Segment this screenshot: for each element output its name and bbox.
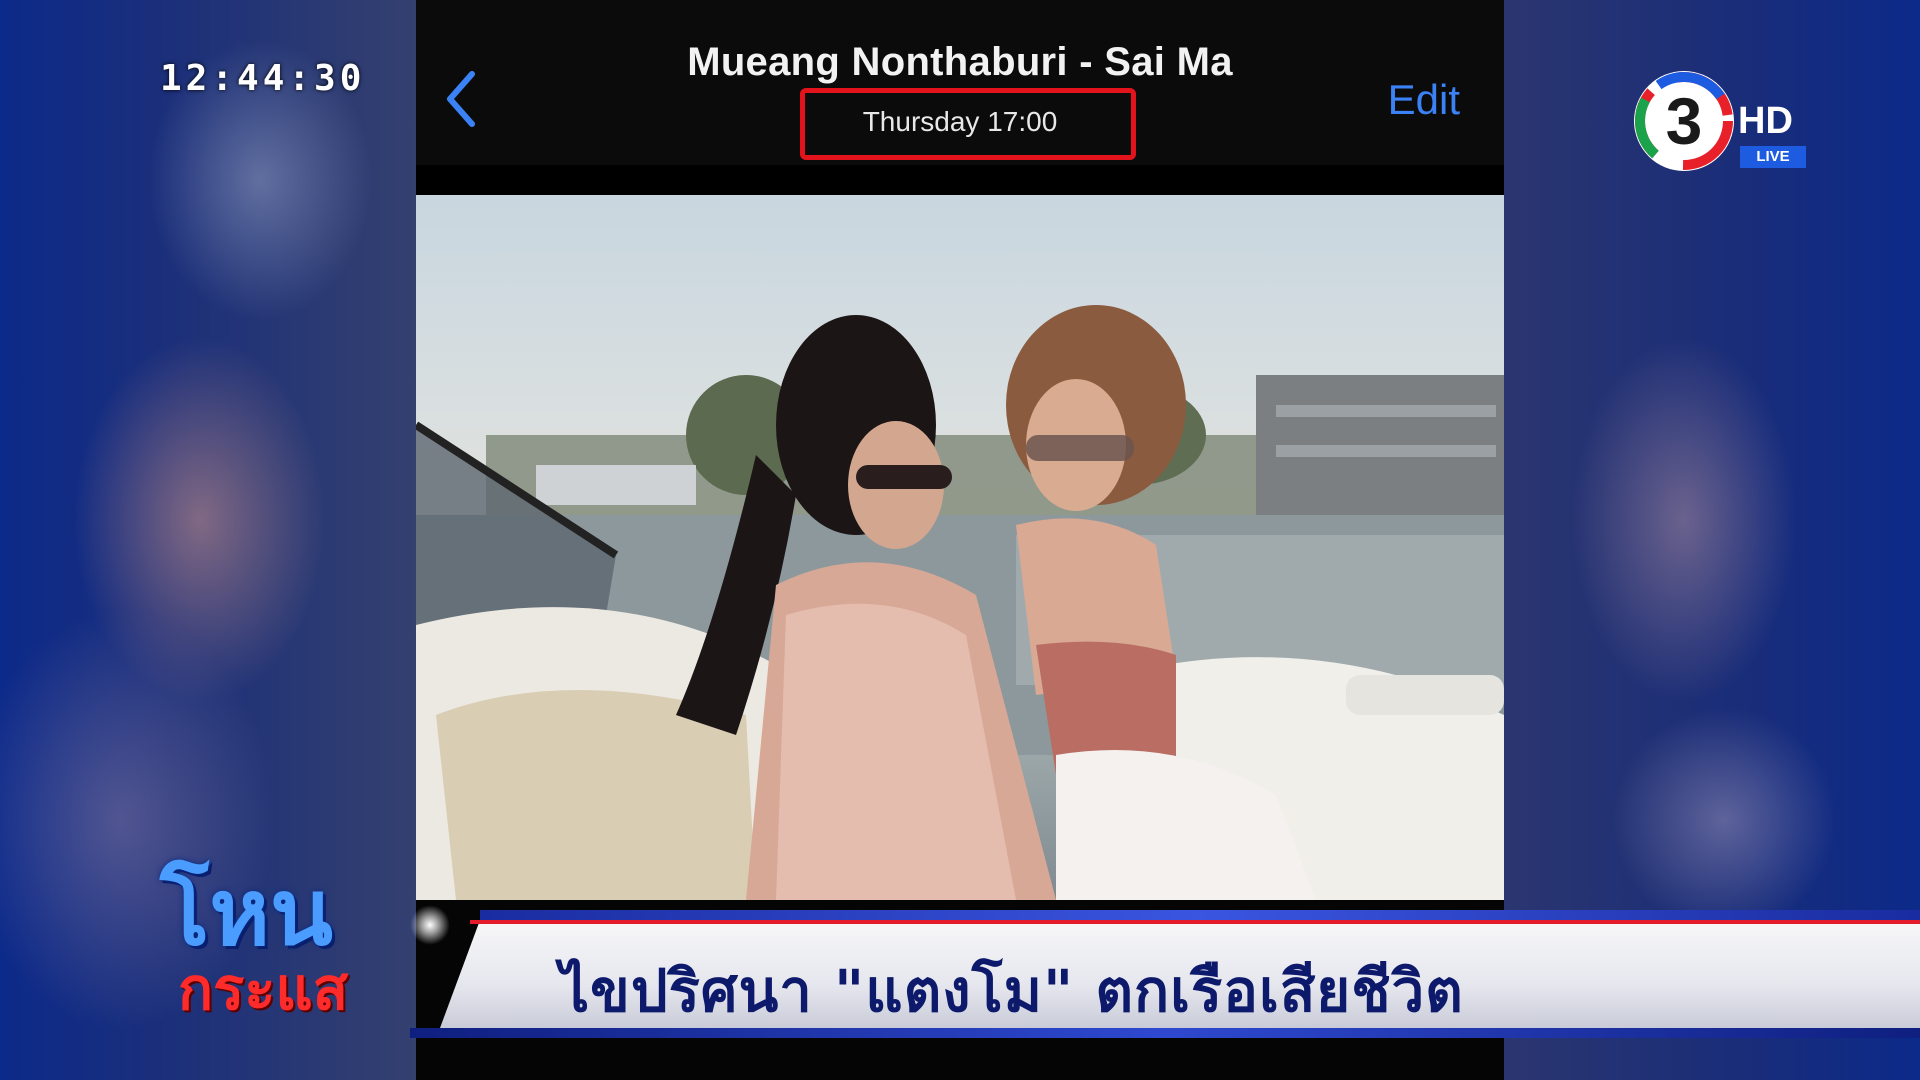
- show-logo-bottom-text: กระแส: [178, 955, 349, 1023]
- banner-top-stripe: [480, 910, 1920, 920]
- red-highlight-box: [800, 88, 1136, 160]
- boat-photo-illustration: [416, 305, 1504, 900]
- photo-location-title: Mueang Nonthaburi - Sai Ma: [687, 40, 1233, 84]
- broadcast-clock: 12:44:30: [160, 58, 366, 99]
- channel-live-badge: LIVE: [1740, 146, 1806, 168]
- banner-red-stripe: [470, 920, 1920, 924]
- lens-flare: [410, 905, 450, 945]
- edit-button[interactable]: Edit: [1388, 76, 1460, 124]
- news-headline: ไขปริศนา "แตงโม" ตกเรือเสียชีวิต: [560, 957, 1464, 1025]
- photo-app-nav-bar: Mueang Nonthaburi - Sai Ma Thursday 17:0…: [416, 0, 1504, 165]
- channel-hd-label: HD: [1738, 100, 1793, 142]
- channel-number: 3: [1666, 84, 1703, 158]
- boat-photo: [416, 195, 1504, 900]
